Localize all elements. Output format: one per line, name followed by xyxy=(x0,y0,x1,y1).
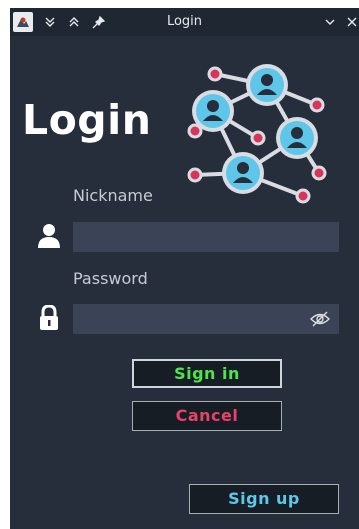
lock-icon xyxy=(40,305,58,330)
login-heading: Login xyxy=(22,96,152,144)
cancel-button[interactable]: Cancel xyxy=(132,401,282,431)
eye-slash-icon[interactable] xyxy=(310,311,330,327)
nickname-input[interactable] xyxy=(73,222,339,252)
window-title: Login xyxy=(166,14,203,29)
network-logo-icon xyxy=(187,64,327,204)
sign-in-button[interactable]: Sign in xyxy=(132,359,282,388)
user-icon xyxy=(38,224,60,248)
password-input[interactable] xyxy=(73,304,339,334)
title-bar[interactable]: Login xyxy=(10,8,359,36)
login-window: Login Login Nickname Password Sign in Ca… xyxy=(10,8,359,529)
close-icon[interactable] xyxy=(344,12,359,32)
nickname-label: Nickname xyxy=(73,186,153,205)
sign-up-button[interactable]: Sign up xyxy=(189,484,339,514)
minimize-chevron-icon[interactable] xyxy=(322,12,338,32)
password-label: Password xyxy=(73,269,148,288)
